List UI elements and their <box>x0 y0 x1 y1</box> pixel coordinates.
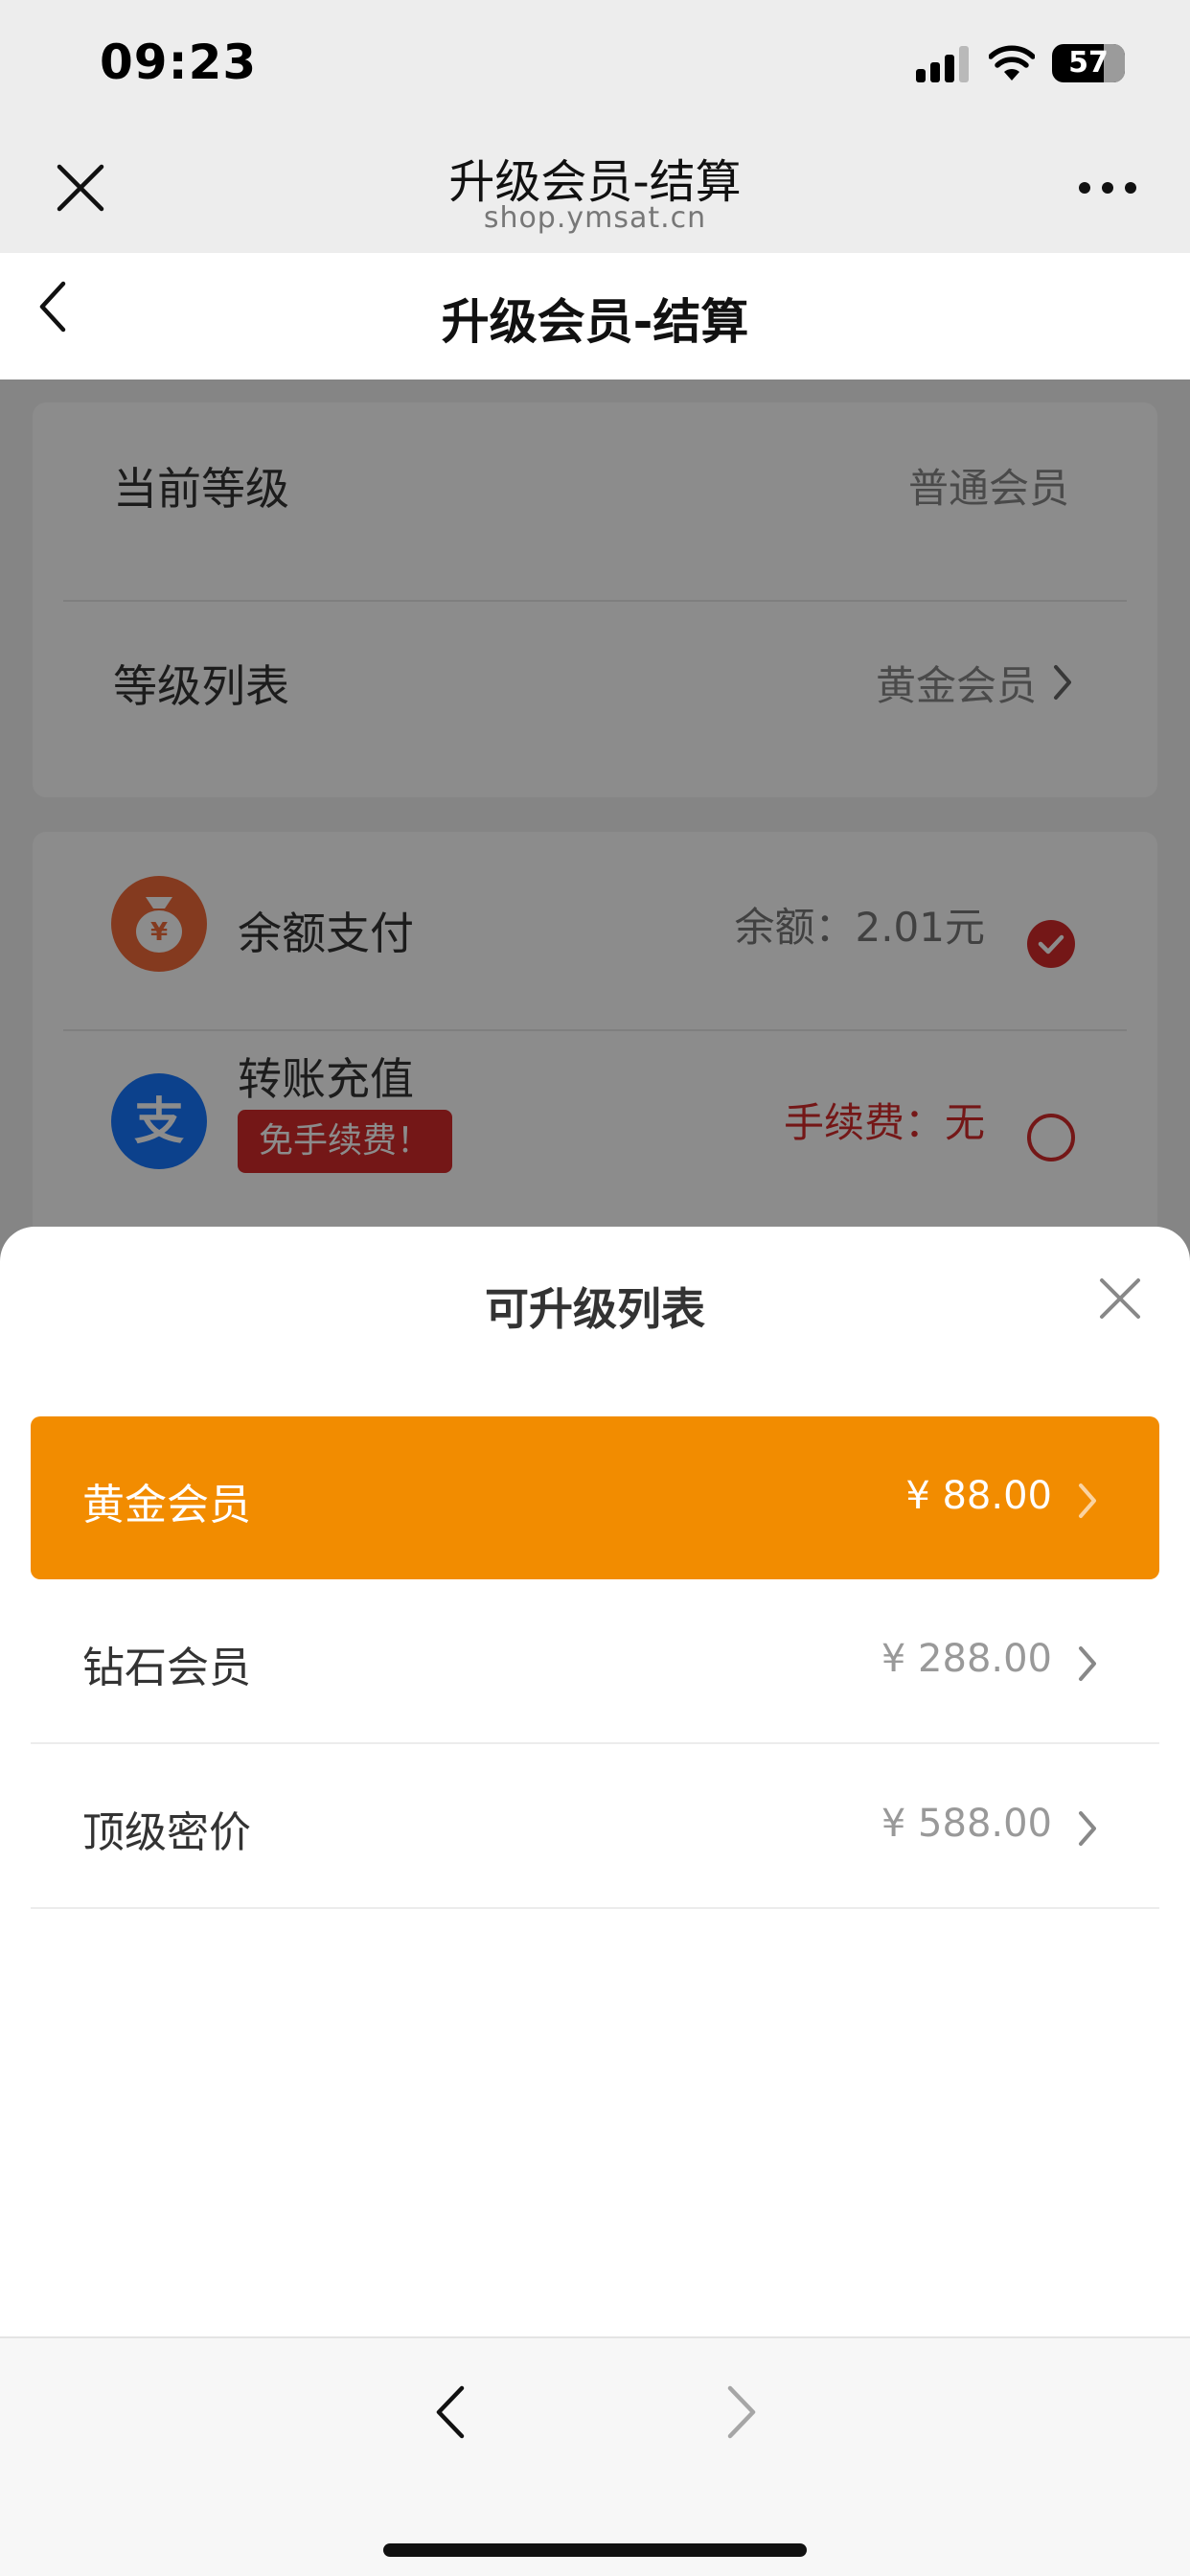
more-icon[interactable] <box>1079 182 1136 196</box>
cellular-signal-icon <box>916 46 970 82</box>
battery-icon: 57 <box>1052 44 1125 82</box>
tier-name: 钻石会员 <box>82 1644 251 1692</box>
status-bar: 09:23 57 <box>0 0 1190 125</box>
sheet-title: 可升级列表 <box>485 1283 705 1335</box>
chevron-right-icon <box>1079 1484 1096 1518</box>
forward-arrow-icon[interactable] <box>724 2382 759 2442</box>
tier-item-gold[interactable]: 黄金会员 ¥ 88.00 <box>31 1416 1159 1579</box>
tier-price: ¥ 288.00 <box>881 1637 1052 1681</box>
tier-price: ¥ 88.00 <box>905 1474 1052 1518</box>
browser-header: 升级会员-结算 shop.ymsat.cn <box>0 125 1190 253</box>
browser-toolbar <box>0 2336 1190 2576</box>
close-icon[interactable] <box>1098 1276 1142 1321</box>
chevron-right-icon <box>1079 1646 1096 1681</box>
chevron-right-icon <box>1079 1811 1096 1846</box>
tier-name: 黄金会员 <box>82 1481 251 1530</box>
battery-level: 57 <box>1068 46 1109 80</box>
wifi-icon <box>989 45 1035 80</box>
page-navbar: 升级会员-结算 <box>0 253 1190 380</box>
tier-item-diamond[interactable]: 钻石会员 ¥ 288.00 <box>31 1579 1159 1742</box>
tier-price: ¥ 588.00 <box>881 1802 1052 1846</box>
tier-item-top[interactable]: 顶级密价 ¥ 588.00 <box>31 1744 1159 1907</box>
upgrade-list-sheet: 可升级列表 黄金会员 ¥ 88.00 钻石会员 ¥ 288.00 顶级密价 ¥ … <box>0 1227 1190 2336</box>
back-arrow-icon[interactable] <box>433 2382 468 2442</box>
home-indicator[interactable] <box>383 2543 807 2557</box>
divider <box>31 1907 1159 1909</box>
page-title: 升级会员-结算 <box>441 294 749 350</box>
tier-name: 顶级密价 <box>82 1808 251 1857</box>
browser-url: shop.ymsat.cn <box>483 201 707 235</box>
status-time: 09:23 <box>100 34 258 90</box>
